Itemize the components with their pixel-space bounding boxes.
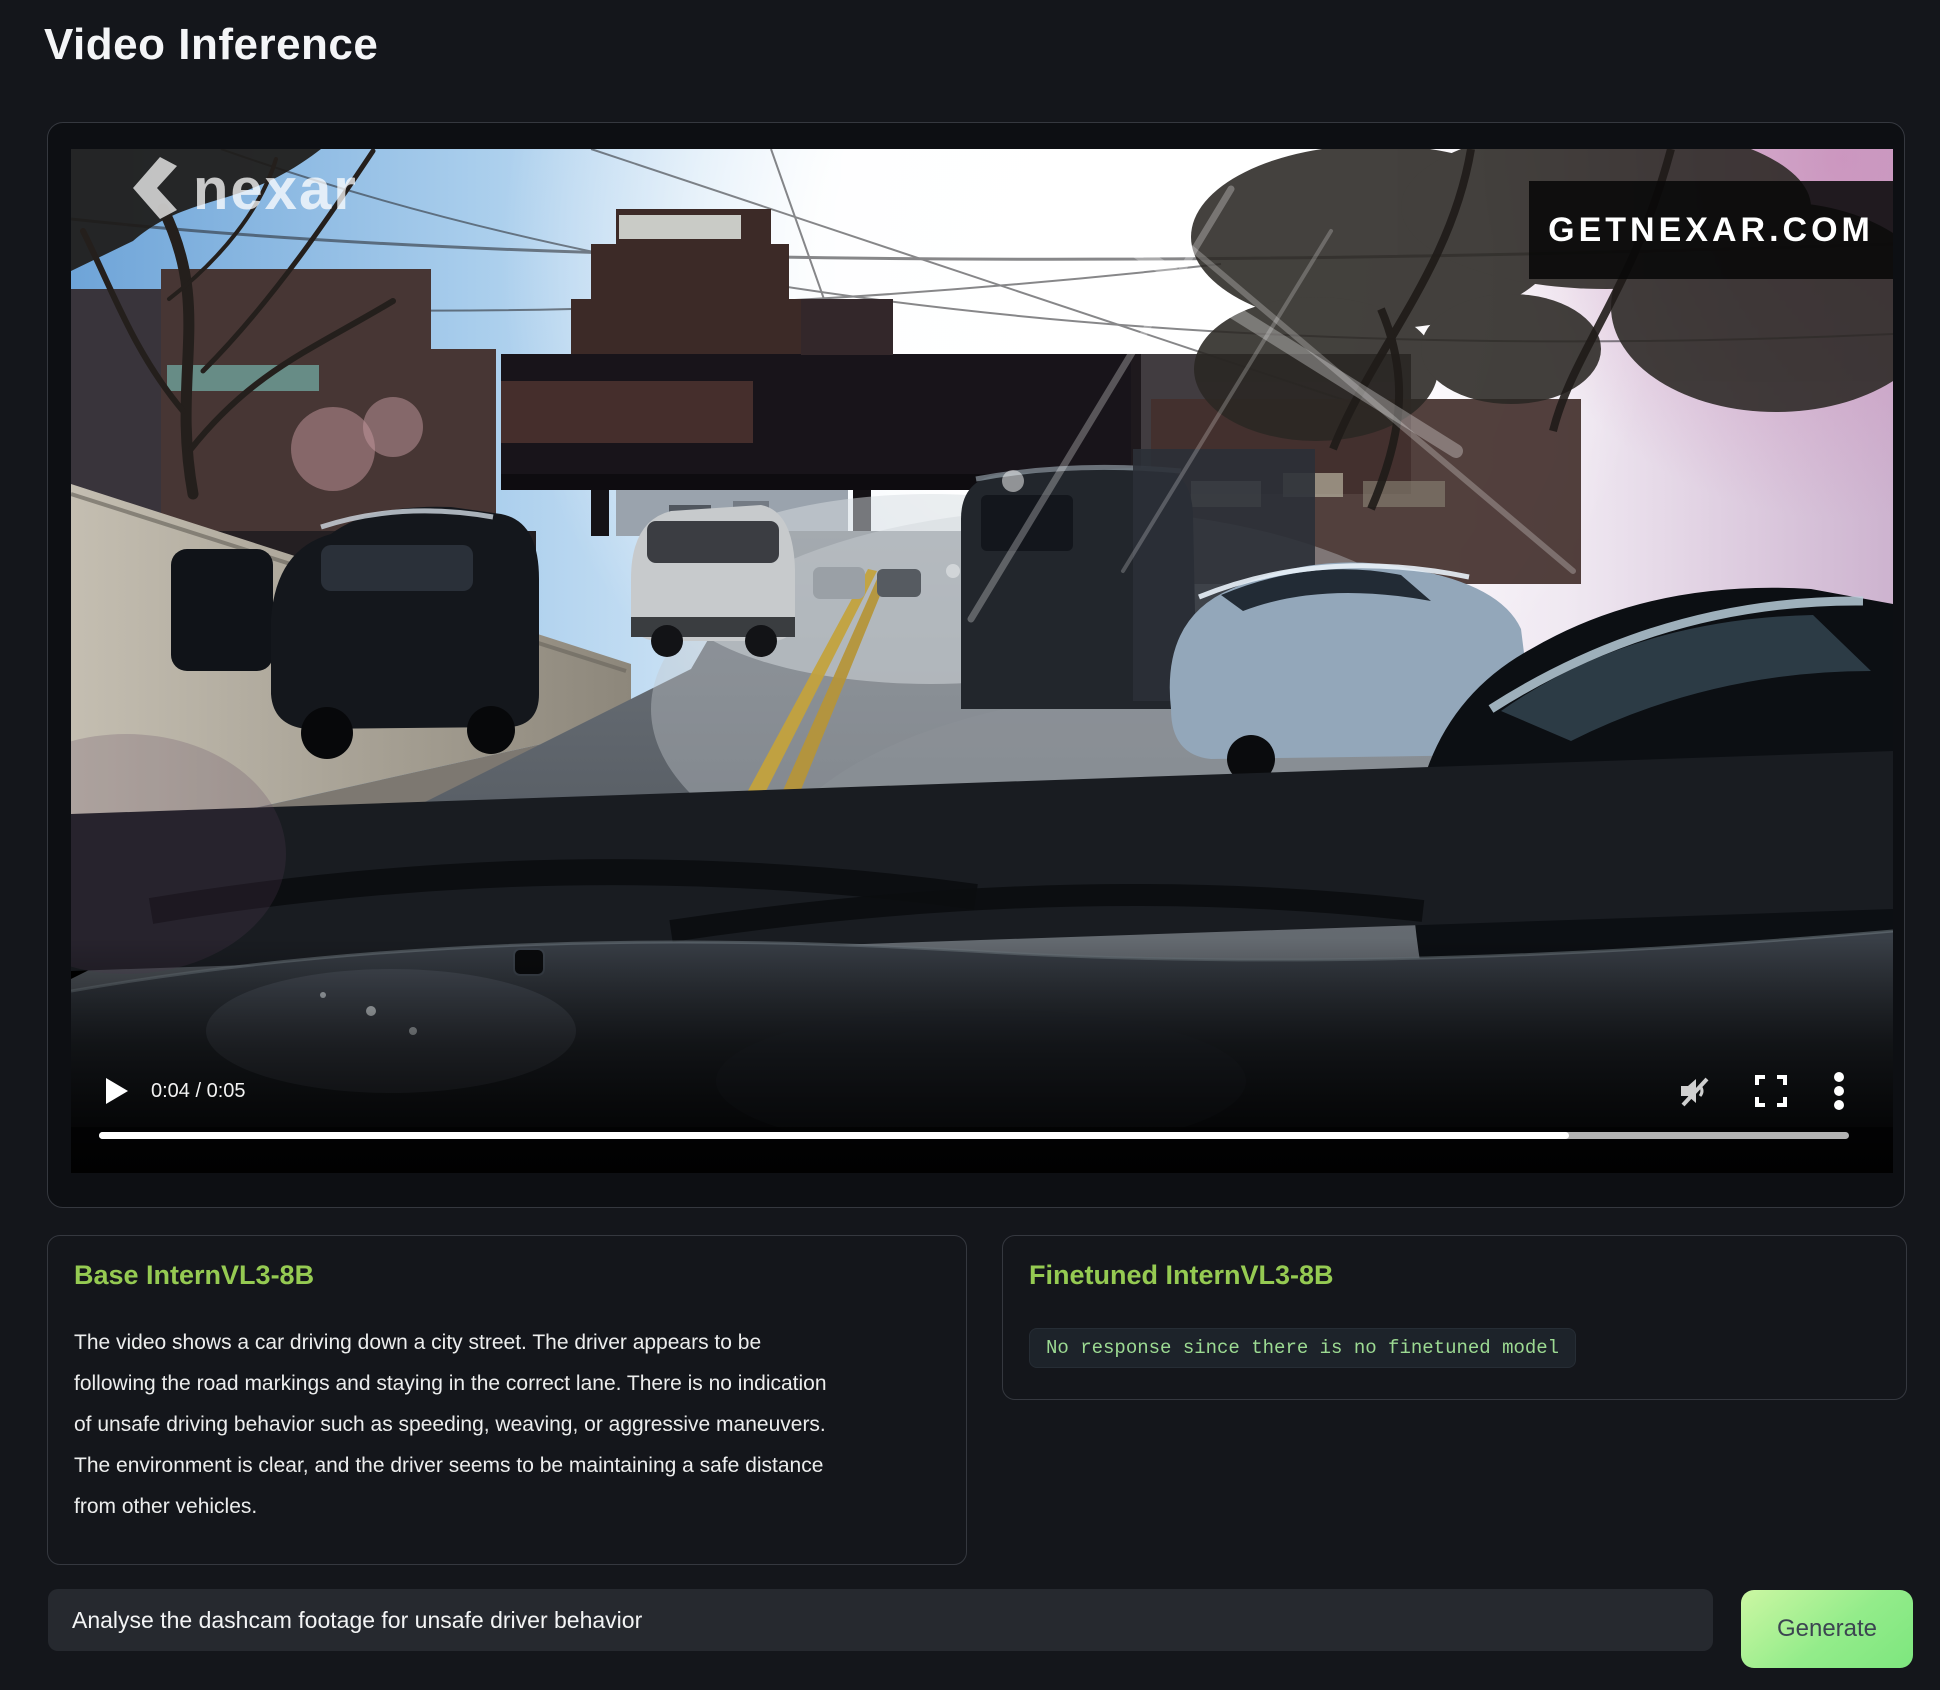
video-player[interactable]: nexar GETNEXAR.COM 0:04 / 0:05 — [71, 149, 1893, 1173]
base-panel-title: Base InternVL3-8B — [74, 1260, 314, 1291]
getnexar-badge: GETNEXAR.COM — [1529, 181, 1893, 279]
progress-played — [99, 1132, 1569, 1139]
time-display: 0:04 / 0:05 — [151, 1078, 246, 1104]
fullscreen-icon[interactable] — [1755, 1075, 1787, 1112]
generate-button[interactable]: Generate — [1741, 1590, 1913, 1668]
prompt-input[interactable] — [48, 1589, 1713, 1651]
base-response-text: The video shows a car driving down a cit… — [74, 1322, 946, 1527]
video-card: nexar GETNEXAR.COM 0:04 / 0:05 — [47, 122, 1905, 1208]
nexar-watermark: nexar — [133, 157, 358, 223]
kebab-menu-icon[interactable] — [1833, 1071, 1845, 1116]
nexar-logotype: nexar — [193, 161, 358, 219]
page-title: Video Inference — [44, 20, 378, 70]
finetuned-response-chip: No response since there is no finetuned … — [1029, 1328, 1576, 1368]
progress-bar[interactable] — [99, 1132, 1849, 1139]
muted-speaker-icon[interactable] — [1677, 1073, 1713, 1114]
nexar-chevron-icon — [133, 157, 177, 223]
finetuned-model-panel: Finetuned InternVL3-8B No response since… — [1002, 1235, 1907, 1400]
base-model-panel: Base InternVL3-8B The video shows a car … — [47, 1235, 967, 1565]
finetuned-panel-title: Finetuned InternVL3-8B — [1029, 1260, 1334, 1291]
play-icon[interactable] — [106, 1078, 128, 1104]
